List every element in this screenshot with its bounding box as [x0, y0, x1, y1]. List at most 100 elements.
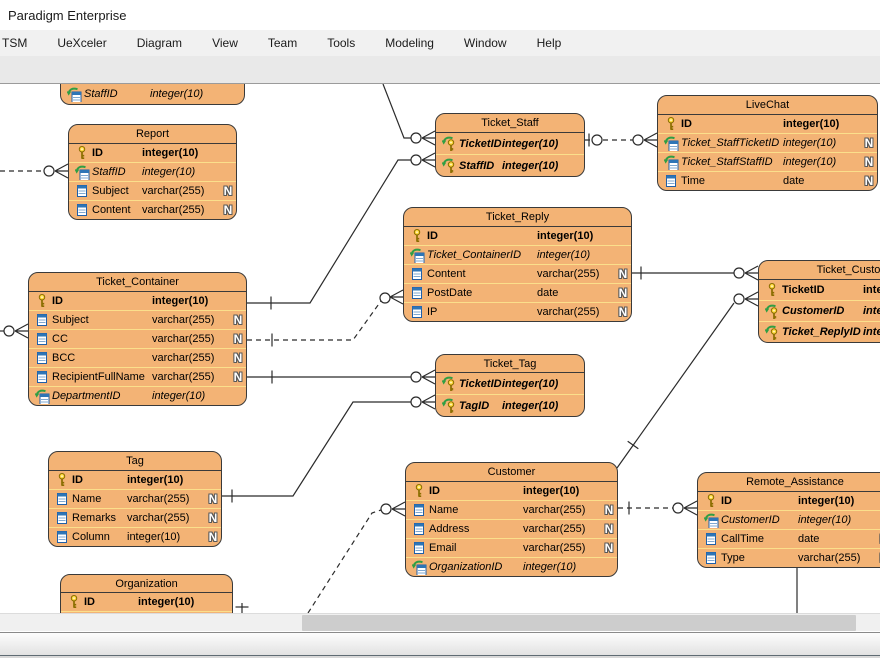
- entity-table-ticket_reply[interactable]: Ticket_ReplyIDinteger(10)Ticket_Containe…: [403, 207, 632, 322]
- table-header[interactable]: Organization: [61, 575, 232, 593]
- horizontal-scrollbar-track[interactable]: [0, 613, 880, 631]
- column-row[interactable]: Namevarchar(255)N: [406, 501, 617, 520]
- primary-foreign-key-icon: [439, 137, 459, 151]
- column-row[interactable]: Namevarchar(255)N: [49, 490, 221, 509]
- column-name: CallTime: [721, 533, 798, 545]
- column-row[interactable]: CallTimedateN: [698, 530, 880, 549]
- column-icon: [52, 492, 72, 506]
- entity-table-tag[interactable]: TagIDinteger(10)Namevarchar(255)NRemarks…: [48, 451, 222, 547]
- menu-item-uexceler[interactable]: UeXceler: [42, 30, 121, 56]
- table-header[interactable]: Report: [69, 125, 236, 144]
- column-row[interactable]: IDinteger(10): [404, 227, 631, 246]
- column-row[interactable]: IDinteger(10): [406, 482, 617, 501]
- menu-item-help[interactable]: Help: [522, 30, 577, 56]
- column-row[interactable]: Remarksvarchar(255)N: [49, 509, 221, 528]
- crowfoot-many-marker: [745, 266, 758, 280]
- column-row[interactable]: Columninteger(10)N: [49, 528, 221, 546]
- primary-foreign-key-icon: [439, 159, 459, 173]
- column-row[interactable]: IDinteger(10): [61, 593, 232, 612]
- column-name: RecipientFullName: [52, 371, 152, 383]
- column-name: Subject: [52, 314, 152, 326]
- entity-table-remote_assistance[interactable]: Remote_AssistanceIDinteger(10)CustomerID…: [697, 472, 880, 568]
- column-type: integer(10): [798, 514, 876, 526]
- entity-table-livechat[interactable]: LiveChatIDinteger(10)Ticket_StaffTicketI…: [657, 95, 878, 191]
- column-row[interactable]: CustomerIDinteger(10): [698, 511, 880, 530]
- column-row[interactable]: IDinteger(10): [29, 292, 246, 311]
- column-row[interactable]: StaffIDinteger(10): [69, 163, 236, 182]
- column-row[interactable]: DepartmentIDinteger(10): [29, 387, 246, 405]
- column-row[interactable]: RecipientFullNamevarchar(255)N: [29, 368, 246, 387]
- entity-table-ticket_customer[interactable]: Ticket_CustomerTicketIDinteger(10)Custom…: [758, 260, 880, 343]
- crowfoot-many-marker: [684, 501, 697, 515]
- column-row[interactable]: Ticket_ContainerIDinteger(10): [404, 246, 631, 265]
- column-row[interactable]: IDinteger(10): [658, 115, 877, 134]
- column-row[interactable]: Emailvarchar(255)N: [406, 539, 617, 558]
- column-type: integer(10): [863, 284, 880, 296]
- entity-table-report[interactable]: ReportIDinteger(10)StaffIDinteger(10)Sub…: [68, 124, 237, 220]
- foreign-key-icon: [32, 389, 52, 403]
- column-row[interactable]: IPvarchar(255)N: [404, 303, 631, 321]
- menu-item-team[interactable]: Team: [253, 30, 312, 56]
- horizontal-scrollbar-thumb[interactable]: [302, 615, 856, 631]
- column-row[interactable]: CCvarchar(255)N: [29, 330, 246, 349]
- table-header[interactable]: Ticket_Reply: [404, 208, 631, 227]
- column-row[interactable]: Ticket_StaffTicketIDinteger(10)N: [658, 134, 877, 153]
- entity-table-customer[interactable]: CustomerIDinteger(10)Namevarchar(255)NAd…: [405, 462, 618, 577]
- menu-item-tools[interactable]: Tools: [312, 30, 370, 56]
- entity-table-ticket_staff[interactable]: Ticket_StaffTicketIDinteger(10)StaffIDin…: [435, 113, 585, 177]
- column-type: varchar(255): [798, 552, 876, 564]
- diagram-canvas[interactable]: StaffIDinteger(10)ReportIDinteger(10)Sta…: [0, 84, 880, 613]
- menu-item-diagram[interactable]: Diagram: [122, 30, 197, 56]
- column-icon: [407, 267, 427, 281]
- column-row[interactable]: StaffIDinteger(10): [61, 84, 244, 104]
- table-header[interactable]: Ticket_Container: [29, 273, 246, 292]
- column-row[interactable]: Contentvarchar(255)N: [69, 201, 236, 219]
- primary-key-icon: [661, 117, 681, 131]
- column-row[interactable]: OrganizationIDinteger(10): [406, 558, 617, 576]
- column-row[interactable]: Ticket_StaffStaffIDinteger(10)N: [658, 153, 877, 172]
- column-row[interactable]: IDinteger(10): [69, 144, 236, 163]
- column-row[interactable]: TimedateN: [658, 172, 877, 190]
- primary-key-icon: [32, 294, 52, 308]
- relationship-line: [222, 402, 411, 496]
- entity-table-organization[interactable]: OrganizationIDinteger(10): [60, 574, 233, 613]
- column-row[interactable]: IDinteger(10): [49, 471, 221, 490]
- column-row[interactable]: Contentvarchar(255)N: [404, 265, 631, 284]
- column-row[interactable]: CustomerIDinteger(10): [759, 301, 880, 322]
- column-name: Ticket_StaffTicketID: [681, 137, 783, 149]
- column-row[interactable]: TagIDinteger(10): [436, 395, 584, 416]
- entity-table-ticket_tag[interactable]: Ticket_TagTicketIDinteger(10)TagIDintege…: [435, 354, 585, 417]
- table-header[interactable]: Remote_Assistance: [698, 473, 880, 492]
- foreign-key-icon: [409, 560, 429, 574]
- column-row[interactable]: Ticket_ReplyIDinteger(10): [759, 322, 880, 342]
- menu-item-tsm[interactable]: TSM: [0, 30, 42, 56]
- column-row[interactable]: Addressvarchar(255)N: [406, 520, 617, 539]
- column-name: Remarks: [72, 512, 127, 524]
- table-header[interactable]: Ticket_Tag: [436, 355, 584, 373]
- column-row[interactable]: TicketIDinteger(10): [759, 280, 880, 301]
- column-row[interactable]: Subjectvarchar(255)N: [69, 182, 236, 201]
- entity-table-ticket_container[interactable]: Ticket_ContainerIDinteger(10)Subjectvarc…: [28, 272, 247, 406]
- column-type: varchar(255): [127, 493, 205, 505]
- cardinality-zero-circle: [734, 294, 744, 304]
- table-header[interactable]: LiveChat: [658, 96, 877, 115]
- menu-item-modeling[interactable]: Modeling: [370, 30, 449, 56]
- column-row[interactable]: BCCvarchar(255)N: [29, 349, 246, 368]
- column-row[interactable]: TicketIDinteger(10): [436, 373, 584, 395]
- column-row[interactable]: Typevarchar(255)N: [698, 549, 880, 567]
- column-row[interactable]: IDinteger(10): [698, 492, 880, 511]
- primary-foreign-key-icon: [439, 377, 459, 391]
- column-row[interactable]: TicketIDinteger(10): [436, 133, 584, 155]
- table-header[interactable]: Ticket_Customer: [759, 261, 880, 280]
- menu-item-view[interactable]: View: [197, 30, 253, 56]
- menu-item-window[interactable]: Window: [449, 30, 522, 56]
- entity-table-partial[interactable]: StaffIDinteger(10): [60, 84, 245, 105]
- column-row[interactable]: StaffIDinteger(10): [436, 155, 584, 176]
- table-header[interactable]: Tag: [49, 452, 221, 471]
- cardinality-zero-circle: [381, 504, 391, 514]
- table-header[interactable]: Customer: [406, 463, 617, 482]
- table-header[interactable]: Ticket_Staff: [436, 114, 584, 133]
- column-row[interactable]: PostDatedateN: [404, 284, 631, 303]
- column-row[interactable]: Subjectvarchar(255)N: [29, 311, 246, 330]
- toolbar-strip: [0, 56, 880, 84]
